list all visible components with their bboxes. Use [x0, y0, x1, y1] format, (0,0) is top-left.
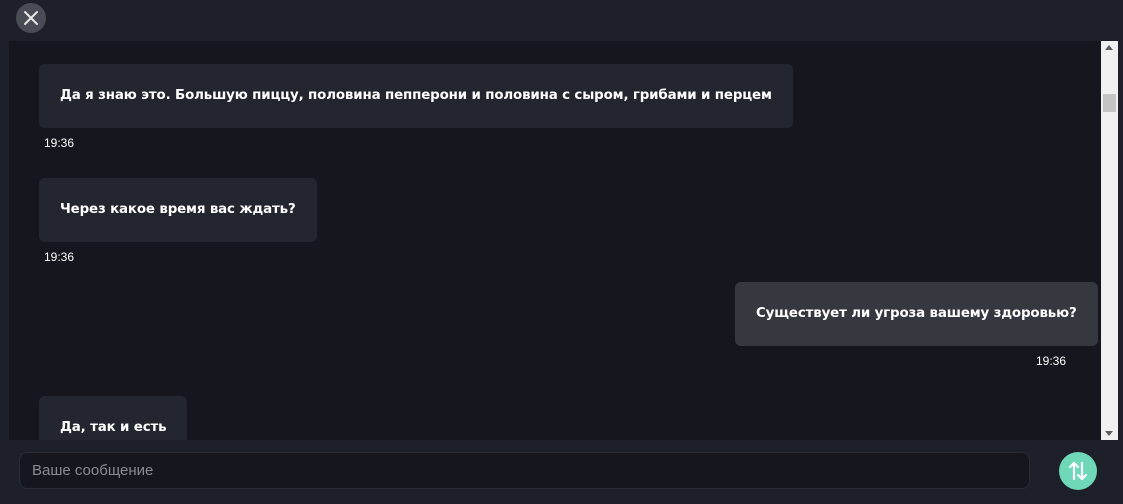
scroll-up-arrow-icon[interactable] — [1105, 45, 1113, 50]
chat-messages-area[interactable]: Да я знаю это. Большую пиццу, половина п… — [9, 41, 1101, 440]
message-bubble-incoming: Да я знаю это. Большую пиццу, половина п… — [39, 64, 793, 128]
message-time: 19:36 — [44, 250, 75, 264]
close-button[interactable] — [16, 3, 46, 33]
chat-scrollbar[interactable] — [1101, 41, 1118, 440]
composer-bar — [0, 440, 1123, 504]
close-icon — [24, 11, 38, 25]
message-time: 19:36 — [1036, 354, 1067, 368]
top-bar — [0, 0, 1123, 40]
message-bubble-incoming: Да, так и есть — [39, 396, 188, 440]
scrollbar-thumb[interactable] — [1103, 94, 1116, 112]
send-button[interactable] — [1059, 452, 1097, 490]
message-input[interactable] — [19, 452, 1030, 489]
message-bubble-incoming: Через какое время вас ждать? — [39, 178, 317, 242]
scroll-down-arrow-icon[interactable] — [1105, 431, 1113, 436]
message-time: 19:36 — [44, 136, 75, 150]
message-bubble-outgoing: Существует ли угроза вашему здоровью? — [735, 282, 1098, 346]
arrows-up-down-icon — [1068, 461, 1088, 481]
